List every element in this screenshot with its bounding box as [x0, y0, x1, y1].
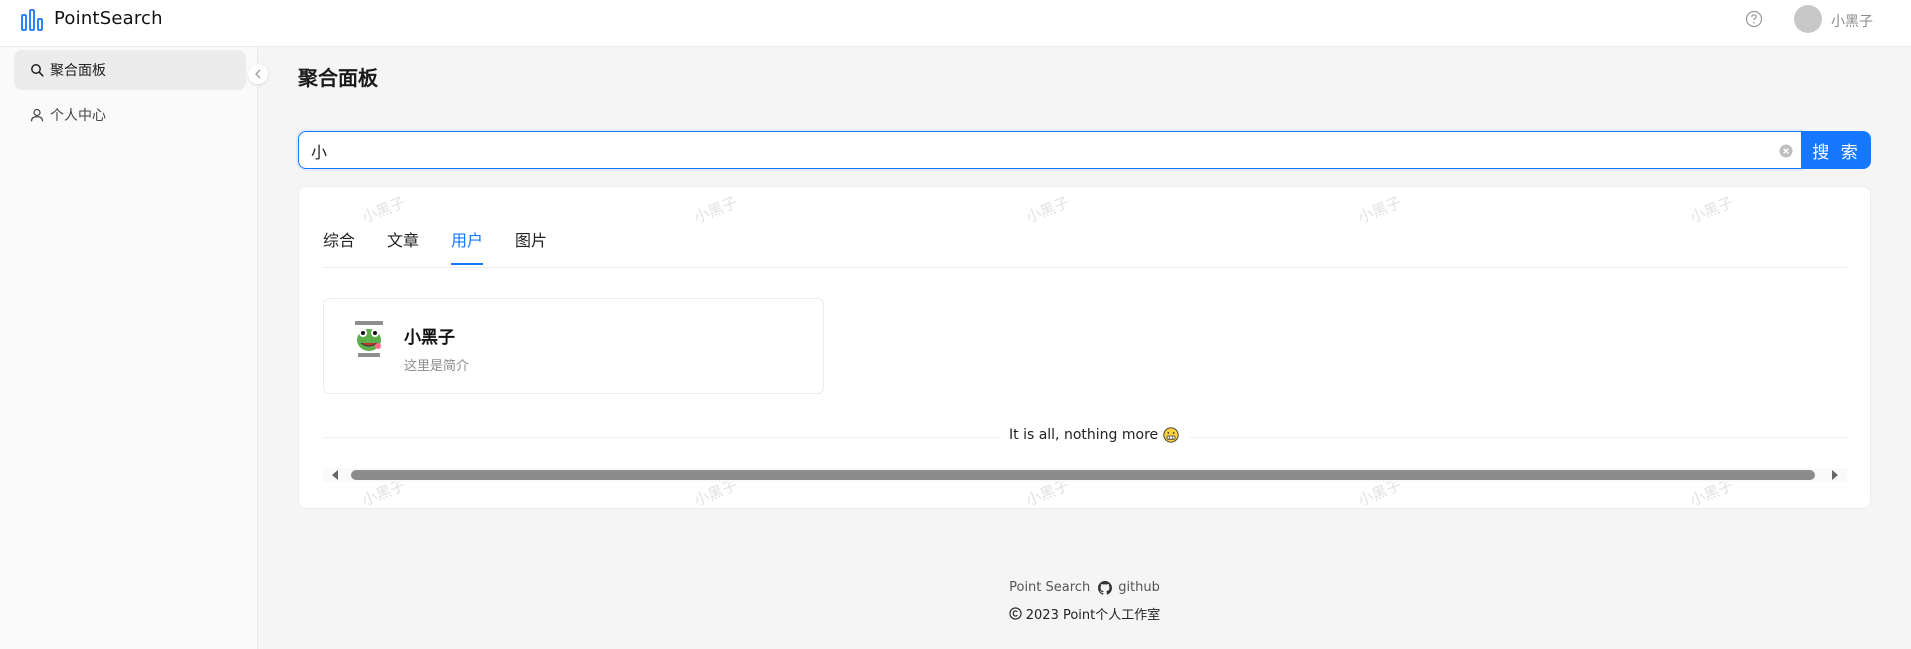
watermark: 小黑子: [1355, 193, 1404, 227]
user-result-card[interactable]: 小黑子 这里是简介: [323, 298, 824, 394]
chevron-left-icon: [255, 69, 261, 79]
sidebar-item-dashboard[interactable]: 聚合面板: [14, 50, 246, 90]
footer-github-link[interactable]: github: [1118, 580, 1160, 595]
watermark: 小黑子: [359, 193, 408, 227]
question-circle-icon[interactable]: [1745, 10, 1763, 28]
user-name[interactable]: 小黑子: [404, 323, 455, 348]
search-box[interactable]: [298, 131, 1802, 169]
result-tabs: 综合 文章 用户 图片: [323, 227, 1847, 268]
frog-avatar-icon: [355, 321, 383, 357]
end-text: It is all, nothing more: [1009, 427, 1159, 443]
user-icon: [30, 108, 44, 122]
footer-copyright: 2023 Point个人工作室: [0, 604, 1911, 623]
sidebar-collapse-button[interactable]: [248, 64, 268, 84]
watermark: 小黑子: [1687, 193, 1736, 227]
tab-images[interactable]: 图片: [515, 227, 547, 263]
sidebar-item-profile[interactable]: 个人中心: [14, 95, 246, 135]
watermark: 小黑子: [691, 193, 740, 227]
end-of-list: It is all, nothing more: [999, 427, 1190, 443]
tab-articles[interactable]: 文章: [387, 227, 419, 263]
clear-icon[interactable]: [1779, 144, 1793, 158]
footer-project-link[interactable]: Point Search: [1009, 580, 1090, 595]
search-button[interactable]: 搜 索: [1802, 131, 1871, 169]
grimace-emoji-icon: [1163, 427, 1179, 443]
sidebar-item-label: 聚合面板: [50, 63, 106, 79]
top-header: PointSearch 小黑子: [0, 0, 1911, 47]
page-title: 聚合面板: [298, 66, 378, 90]
github-icon[interactable]: [1098, 580, 1113, 595]
sidebar: 聚合面板 个人中心: [0, 47, 258, 649]
watermark: 小黑子: [1023, 193, 1072, 227]
results-card: 小黑子 小黑子 小黑子 小黑子 小黑子 小黑子 小黑子 小黑子 小黑子 小黑子 …: [298, 186, 1871, 509]
copyright-icon: [1009, 607, 1022, 620]
search-input[interactable]: [309, 138, 1753, 164]
avatar[interactable]: [1794, 5, 1822, 33]
scroll-left-arrow-icon[interactable]: [331, 470, 339, 480]
horizontal-scrollbar[interactable]: [323, 468, 1847, 482]
footer-links: Point Search github: [0, 580, 1911, 595]
sidebar-item-label: 个人中心: [50, 108, 106, 124]
copyright-text: 2023 Point个人工作室: [1025, 608, 1161, 623]
scrollbar-thumb[interactable]: [351, 470, 1815, 480]
tab-users[interactable]: 用户: [451, 227, 484, 265]
scroll-right-arrow-icon[interactable]: [1831, 470, 1839, 480]
tab-all[interactable]: 综合: [323, 227, 355, 263]
search-icon: [30, 63, 44, 77]
username[interactable]: 小黑子: [1831, 11, 1873, 31]
user-bio: 这里是简介: [404, 359, 470, 374]
bar-chart-icon[interactable]: [21, 9, 43, 31]
app-title[interactable]: PointSearch: [54, 8, 163, 29]
